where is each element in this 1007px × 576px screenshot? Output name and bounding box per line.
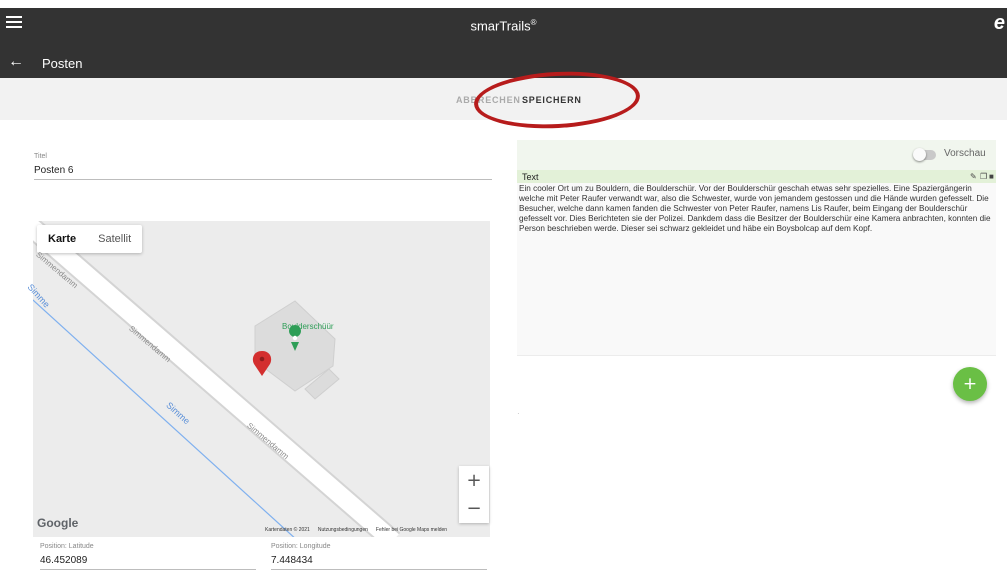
title-row: smarTrails® e (0, 8, 1007, 42)
text-block-title: Text (522, 172, 539, 182)
page-title: Posten (42, 56, 83, 71)
divider-mark: · (517, 409, 520, 418)
latitude-label: Position: Latitude (40, 543, 94, 550)
map-type-tabs: Karte Satellit (37, 225, 143, 253)
map-canvas (33, 221, 401, 537)
map-attribution: Kartendaten © 2021 Nutzungsbedingungen Feh… (265, 527, 455, 533)
preview-toggle[interactable] (913, 148, 936, 161)
zoom-in-button[interactable]: + (459, 466, 489, 494)
zoom-out-button[interactable]: − (459, 494, 489, 522)
action-bar: ABBRECHEN SPEICHERN (0, 78, 1007, 120)
title-input[interactable] (34, 162, 492, 180)
back-arrow-icon[interactable]: ← (8, 54, 24, 70)
save-button[interactable]: SPEICHERN (522, 95, 582, 105)
delete-icon[interactable]: ■ (989, 172, 994, 181)
text-block-card: Text ✎ ❐ ■ Ein cooler Ort um zu Bouldern… (517, 170, 996, 356)
app-title: smarTrails® (0, 18, 1007, 33)
location-marker-dot (259, 356, 265, 362)
cancel-button[interactable]: ABBRECHEN (456, 95, 521, 105)
location-marker-icon[interactable] (252, 351, 272, 376)
longitude-input[interactable] (271, 552, 487, 570)
map-data-credit: Kartendaten © 2021 (265, 527, 310, 533)
terms-link[interactable]: Nutzungsbedingungen (318, 527, 368, 533)
google-logo: Google (37, 516, 79, 530)
trademark-mark: ® (530, 18, 537, 27)
report-error-link[interactable]: Fehler bei Google Maps melden (376, 527, 447, 533)
page-header-row: ← Posten (0, 52, 1007, 78)
account-icon[interactable]: e (994, 12, 1005, 35)
app-name: smarTrails (470, 18, 531, 34)
latitude-input[interactable] (40, 552, 256, 570)
map-view[interactable] (33, 221, 490, 537)
text-block-content: Ein cooler Ort um zu Bouldern, die Bould… (519, 184, 991, 233)
longitude-label: Position: Longitude (271, 543, 331, 550)
copy-icon[interactable]: ❐ (980, 172, 987, 181)
top-app-bar: smarTrails® e ← Posten (0, 8, 1007, 78)
poi-label[interactable]: Boulderschüür (282, 322, 334, 331)
poi-pin-dot (292, 335, 298, 341)
title-field-label: Titel (34, 153, 47, 160)
preview-label: Vorschau (944, 148, 986, 159)
toggle-knob (913, 148, 926, 161)
app-root: smarTrails® e ← Posten ABBRECHEN SPEICHE… (0, 0, 1007, 576)
add-block-button[interactable]: + (953, 367, 987, 401)
text-block-header: Text ✎ ❐ ■ (517, 170, 996, 183)
zoom-controls: + − (459, 466, 489, 523)
map-tab-satellit[interactable]: Satellit (87, 225, 142, 253)
map-tab-karte[interactable]: Karte (37, 225, 87, 253)
edit-icon[interactable]: ✎ (970, 172, 977, 181)
